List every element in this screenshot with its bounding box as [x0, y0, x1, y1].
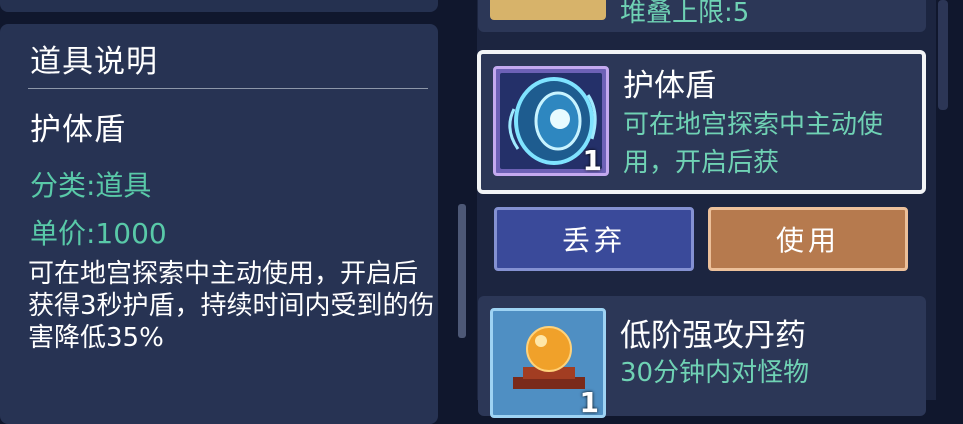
item-name: 护体盾	[623, 68, 716, 104]
item-name: 低阶强攻丹药	[620, 318, 806, 354]
item-quantity: 1	[582, 144, 602, 176]
info-panel-title: 道具说明	[30, 44, 158, 80]
inventory-item-card-previous[interactable]: 5 堆叠上限:5	[478, 0, 926, 32]
item-short-description: 30分钟内对怪物	[620, 358, 810, 388]
item-name: 护体盾	[30, 112, 126, 148]
item-price: 单价:1000	[30, 217, 167, 250]
description-text: 可在地宫探索中主动使用，开启后获	[623, 110, 884, 178]
discard-button[interactable]: 丢弃	[494, 207, 694, 271]
item-description: 可在地宫探索中主动使用，开启后获得3秒护盾，持续时间内受到的伤害降低35%	[28, 259, 435, 353]
item-thumbnail: 1	[493, 66, 609, 176]
item-short-description: 可在地宫探索中主动使用，开启后获	[623, 106, 923, 190]
inventory-scrollbar[interactable]	[938, 0, 948, 110]
info-scrollbar[interactable]	[458, 204, 466, 338]
use-button[interactable]: 使用	[708, 207, 908, 271]
stack-limit-label: 堆叠上限:5	[620, 0, 750, 28]
item-quantity: 1	[579, 386, 599, 418]
inventory-item-card-next[interactable]: 1 低阶强攻丹药 30分钟内对怪物	[478, 296, 926, 418]
inventory-item-card-selected[interactable]: 1 护体盾 可在地宫探索中主动使用，开启后获	[477, 50, 926, 194]
previous-panel-edge	[0, 0, 438, 12]
title-divider	[28, 88, 428, 89]
item-thumbnail: 5	[490, 0, 606, 20]
item-thumbnail: 1	[490, 308, 606, 418]
item-category: 分类:道具	[30, 169, 152, 202]
